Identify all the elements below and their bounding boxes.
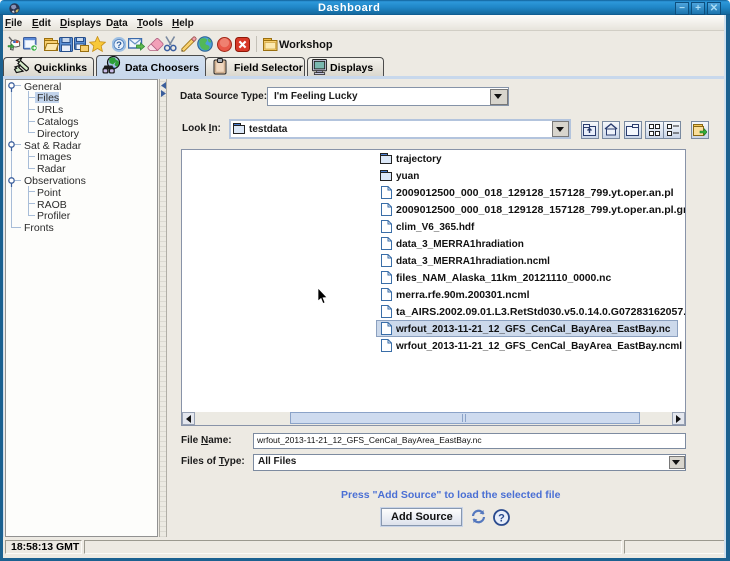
svg-text:?: ?: [498, 512, 505, 524]
svg-text:?: ?: [116, 40, 122, 51]
